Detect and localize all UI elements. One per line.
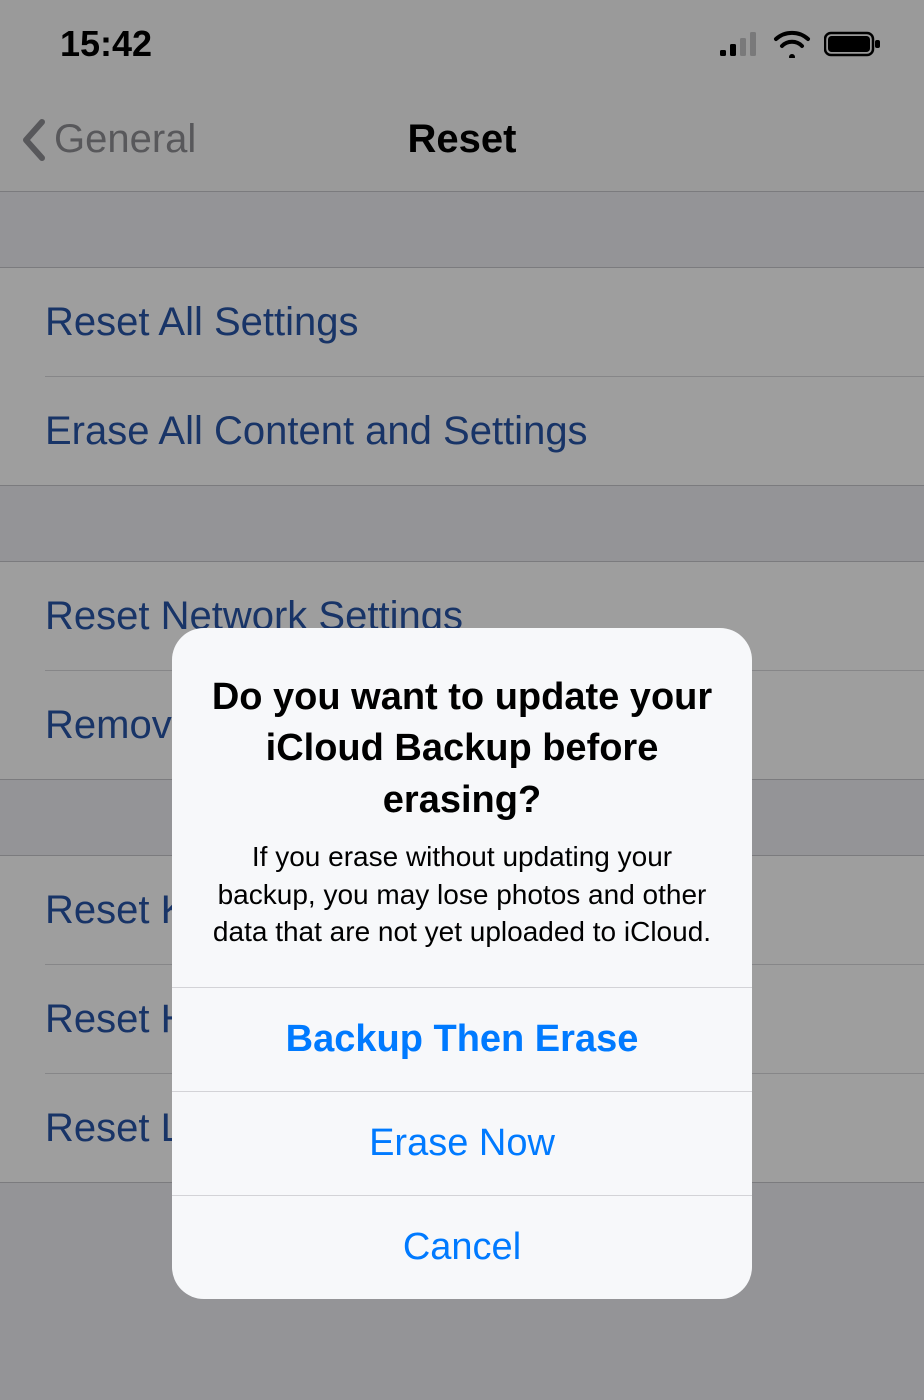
alert-title: Do you want to update your iCloud Backup… [208, 672, 716, 826]
button-label: Backup Then Erase [286, 1018, 639, 1061]
backup-then-erase-button[interactable]: Backup Then Erase [172, 987, 752, 1091]
cancel-button[interactable]: Cancel [172, 1195, 752, 1299]
alert-body: Do you want to update your iCloud Backup… [172, 628, 752, 987]
alert-message: If you erase without updating your backu… [208, 838, 716, 951]
erase-now-button[interactable]: Erase Now [172, 1091, 752, 1195]
button-label: Erase Now [369, 1122, 555, 1165]
button-label: Cancel [403, 1226, 521, 1269]
alert-dialog: Do you want to update your iCloud Backup… [172, 628, 752, 1299]
